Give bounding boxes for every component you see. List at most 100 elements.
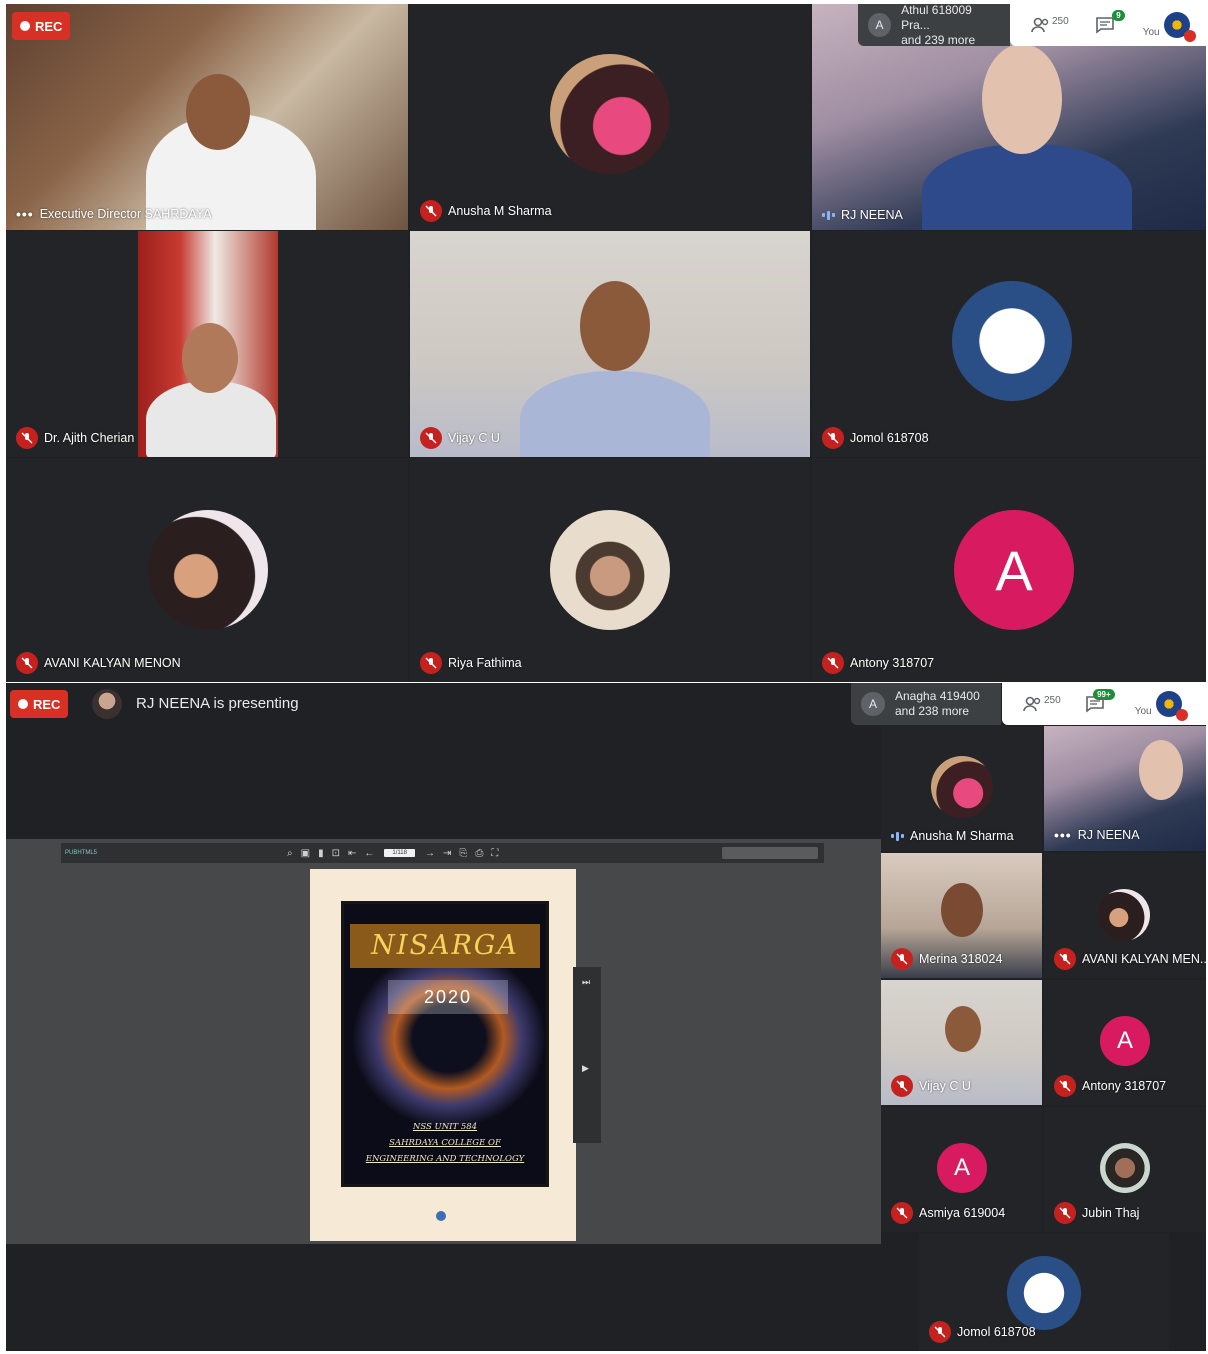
participant-tile[interactable]: Merina 318024 [881,853,1042,978]
mic-off-icon [891,948,913,970]
recording-badge: REC [12,12,71,40]
recording-badge: REC [10,690,69,718]
participant-name: Vijay C U [919,1079,971,1093]
chat-button[interactable]: 9 [1095,10,1125,34]
participants-preview[interactable]: A Anagha 419400 and 238 more [851,683,1001,725]
participant-tile[interactable]: Anusha M Sharma [410,4,810,230]
college-logo [436,1211,446,1221]
search-input[interactable] [722,847,818,859]
participant-tile[interactable]: Vijay C U [410,231,810,457]
page-indicator[interactable]: 1/118 [384,849,415,857]
people-icon [1031,17,1049,33]
people-button[interactable]: 250 [1030,16,1069,34]
participant-name: Riya Fathima [448,656,522,670]
next-page-icon[interactable]: → [425,848,435,859]
people-button[interactable]: 250 [1022,695,1061,713]
participant-avatar [1098,889,1150,941]
zoom-icon[interactable]: ⌕ [287,848,293,859]
mic-off-icon [420,427,442,449]
participant-name: Anusha M Sharma [910,829,1014,843]
more-options-icon[interactable]: ••• [1054,827,1072,843]
fullscreen-icon[interactable]: ⛶ [491,848,498,859]
participant-tile[interactable]: A Asmiya 619004 [881,1107,1042,1232]
participant-name: Anusha M Sharma [448,204,552,218]
bookmark-icon[interactable]: ▮ [318,848,324,859]
presentation-screen[interactable]: PUBHTML5 ⌕ ▣ ▮ ⊡ ⇤ ← 1/118 → ⇥ ⎘ ⎙ ⛶ NIS… [6,839,881,1244]
participant-tile[interactable]: ••• RJ NEENA [1044,726,1206,851]
record-dot-icon [18,699,28,709]
last-page-icon[interactable]: ⇥ [443,848,451,859]
participant-tile[interactable]: Anusha M Sharma [881,726,1042,851]
participant-name: Merina 318024 [919,952,1003,966]
participant-name: Executive Director SAHRDAYA [39,207,212,221]
print-icon[interactable]: ⎙ [475,848,483,859]
participant-tile[interactable]: AVANI KALYAN MEN... [1044,853,1206,978]
speaking-indicator-icon [891,831,904,841]
participant-name: Antony 318707 [1082,1079,1167,1093]
participant-name: AVANI KALYAN MEN... [1082,952,1206,966]
share-icon[interactable]: ⎘ [459,848,467,859]
participant-avatar: A [861,692,885,716]
participant-tile[interactable]: AVANI KALYAN MENON [6,458,408,682]
mic-off-icon [891,1202,913,1224]
meeting-grid-view: ••• Executive Director SAHRDAYA Anusha M… [6,4,1206,682]
mic-off-icon [822,427,844,449]
chat-button[interactable]: 99+ [1085,689,1115,713]
mic-off-icon [822,652,844,674]
participant-name: Antony 318707 [850,656,935,670]
last-page-icon[interactable]: ⏭ [582,977,590,988]
flipbook-page[interactable]: NISARGA 2020 NSS UNIT 584 SAHRDAYA COLLE… [310,869,576,1241]
chat-badge: 99+ [1093,689,1115,700]
flipbook-logo: PUBHTML5 [65,850,98,856]
participant-tile[interactable]: Jubin Thaj [1044,1107,1206,1232]
participant-avatar: A [937,1143,987,1193]
presenting-label: RJ NEENA is presenting [136,695,299,712]
participant-tile[interactable]: A Antony 318707 [1044,980,1206,1105]
participant-avatar: A [868,13,892,37]
next-page-icon[interactable]: ▶ [582,1063,589,1074]
mic-off-icon [420,200,442,222]
page-side-nav[interactable]: ⏭ ▶ [573,967,601,1143]
participant-name: Jomol 618708 [850,431,929,445]
mic-off-icon [1054,1075,1076,1097]
thumbnails-icon[interactable]: ▣ [301,848,310,859]
book-cover: NISARGA 2020 NSS UNIT 584 SAHRDAYA COLLE… [341,901,549,1187]
participant-avatar [148,510,268,630]
participant-tile[interactable]: Riya Fathima [410,458,810,682]
mic-off-icon [1175,709,1188,721]
prev-page-icon[interactable]: ← [364,848,374,859]
participant-avatar [952,281,1072,401]
fit-icon[interactable]: ⊡ [332,848,340,859]
mic-off-icon [1054,1202,1076,1224]
chat-badge: 9 [1112,10,1125,21]
participant-name: Jomol 618708 [957,1325,1036,1339]
presenter-avatar [92,689,122,719]
meeting-presentation-view: REC RJ NEENA is presenting PUBHTML5 ⌕ ▣ … [6,683,1206,1351]
self-view[interactable]: You [1135,691,1188,721]
participant-avatar [1100,1143,1150,1193]
first-page-icon[interactable]: ⇤ [348,848,356,859]
participants-preview[interactable]: A Athul 618009 Pra... and 239 more [858,4,1010,47]
mic-off-icon [420,652,442,674]
participant-avatar [931,756,993,818]
mic-off-icon [1054,948,1076,970]
self-view[interactable]: You [1143,12,1196,42]
cover-title: NISARGA [350,924,540,968]
participant-tile[interactable]: A Antony 318707 [812,458,1206,682]
participant-avatar [1007,1256,1081,1330]
meeting-toolbar: 250 99+ You [1002,683,1206,725]
participant-name: Jubin Thaj [1082,1206,1140,1220]
participant-tile[interactable]: Vijay C U [881,980,1042,1105]
flipbook-toolbar: PUBHTML5 ⌕ ▣ ▮ ⊡ ⇤ ← 1/118 → ⇥ ⎘ ⎙ ⛶ [61,843,824,863]
participant-tile[interactable]: Jomol 618708 [919,1234,1169,1351]
speaking-indicator-icon [822,210,835,220]
mic-off-icon [891,1075,913,1097]
cover-year: 2020 [388,980,508,1014]
participant-tile[interactable]: Dr. Ajith Cherian [6,231,408,457]
participant-tile[interactable]: Jomol 618708 [812,231,1206,457]
record-dot-icon [20,21,30,31]
participant-name: Asmiya 619004 [919,1206,1006,1220]
chat-icon [1095,17,1114,34]
mic-off-icon [16,427,38,449]
more-options-icon[interactable]: ••• [16,206,34,222]
